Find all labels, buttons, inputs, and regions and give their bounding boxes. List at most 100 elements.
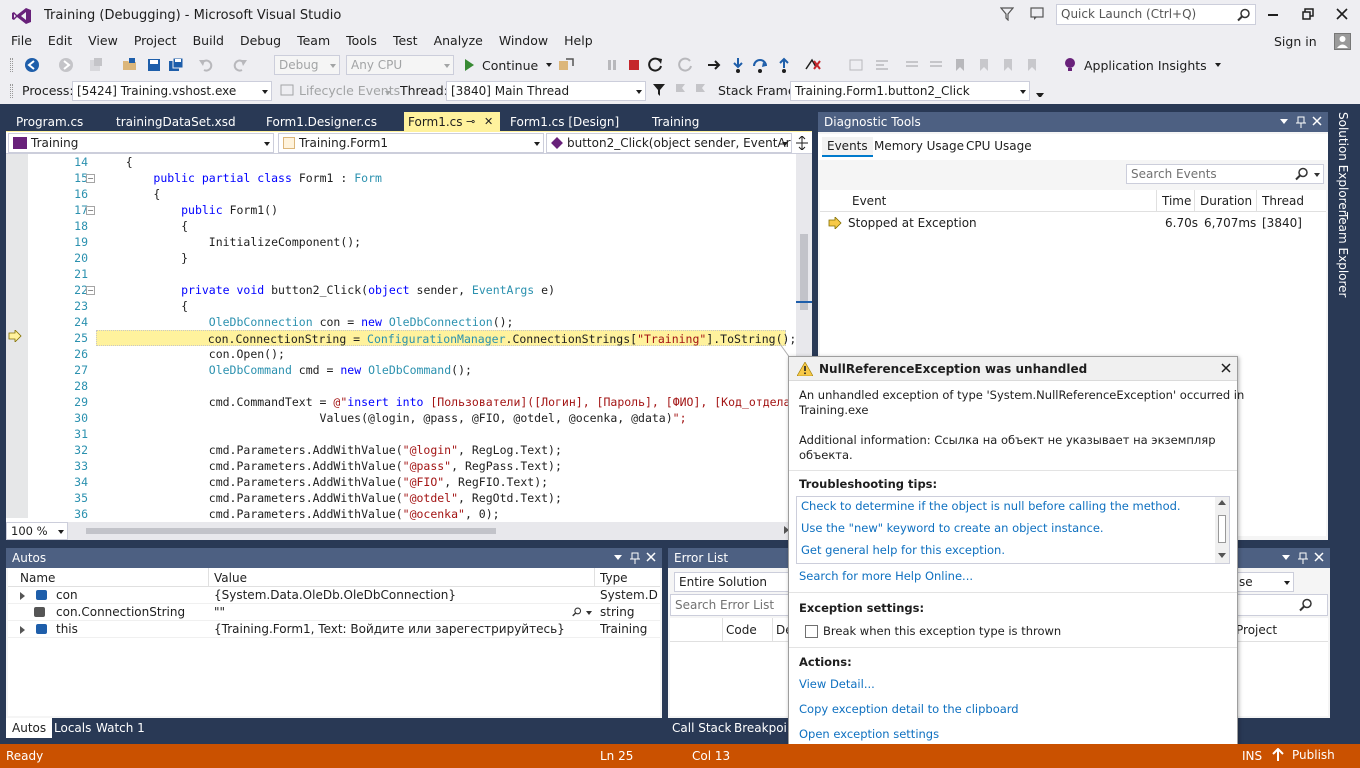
close-pane-icon[interactable] bbox=[1312, 116, 1322, 126]
pin-tab-icon[interactable]: ⊸ bbox=[466, 112, 475, 132]
menu-project[interactable]: Project bbox=[126, 30, 185, 52]
scroll-thumb[interactable] bbox=[1218, 515, 1226, 543]
collapse-region-icon[interactable]: − bbox=[86, 174, 95, 183]
menu-file[interactable]: File bbox=[3, 30, 40, 52]
close-pane-icon[interactable] bbox=[646, 552, 656, 562]
menu-view[interactable]: View bbox=[80, 30, 126, 52]
restore-button[interactable] bbox=[1302, 8, 1314, 20]
next-bookmark-icon[interactable] bbox=[1000, 57, 1016, 73]
document-tab[interactable]: Form1.cs ⊸ ✕ bbox=[404, 112, 500, 132]
navigate-forward-icon[interactable] bbox=[58, 57, 74, 73]
hex-display-icon[interactable] bbox=[848, 57, 864, 73]
document-tab[interactable]: Training bbox=[642, 112, 742, 132]
collapse-region-icon[interactable]: − bbox=[86, 286, 95, 295]
variable-value[interactable]: {System.Data.OleDb.OleDbConnection} bbox=[214, 588, 584, 602]
prev-bookmark-icon[interactable] bbox=[976, 57, 992, 73]
solution-config-select[interactable]: Debug bbox=[274, 55, 340, 75]
col-event[interactable]: Event bbox=[852, 194, 886, 208]
pin-icon[interactable] bbox=[630, 552, 640, 564]
refresh-icon[interactable] bbox=[678, 57, 694, 73]
tab-cpu-usage[interactable]: CPU Usage bbox=[966, 139, 1032, 153]
search-help-online-link[interactable]: Search for more Help Online... bbox=[799, 569, 973, 583]
close-pane-icon[interactable] bbox=[1314, 552, 1324, 562]
step-out-icon[interactable] bbox=[776, 57, 792, 73]
flag-thread-icon[interactable] bbox=[674, 83, 690, 99]
continue-button[interactable]: Continue bbox=[462, 55, 553, 75]
document-tab[interactable]: trainingDataSet.xsd bbox=[106, 112, 254, 132]
comment-icon[interactable] bbox=[904, 57, 920, 73]
col-project[interactable]: Project bbox=[1236, 623, 1277, 637]
code-line[interactable]: public Form1() bbox=[98, 202, 278, 218]
clear-bookmarks-icon[interactable] bbox=[1024, 57, 1040, 73]
code-line[interactable]: } bbox=[98, 250, 188, 266]
toolbar-grip[interactable] bbox=[10, 84, 13, 98]
team-explorer-tab[interactable]: Team Explorer bbox=[1336, 212, 1350, 298]
code-text-area[interactable]: 14 {15 public partial class Form1 : Form… bbox=[28, 154, 796, 522]
code-line[interactable]: private void button2_Click(object sender… bbox=[98, 282, 555, 298]
tab-breakpoints[interactable]: Breakpoi bbox=[734, 718, 788, 738]
new-project-icon[interactable] bbox=[88, 57, 104, 73]
view-detail-link[interactable]: View Detail... bbox=[799, 677, 875, 691]
collapse-region-icon[interactable]: − bbox=[86, 206, 95, 215]
table-row[interactable]: con {System.Data.OleDb.OleDbConnection} Sy… bbox=[8, 587, 660, 604]
search-events-input[interactable]: Search Events bbox=[1126, 164, 1324, 184]
save-icon[interactable] bbox=[146, 57, 162, 73]
code-line[interactable]: cmd.Parameters.AddWithValue("@pass", Reg… bbox=[98, 458, 562, 474]
bookmark-icon[interactable] bbox=[952, 57, 968, 73]
redo-icon[interactable] bbox=[232, 57, 248, 73]
feedback-icon[interactable] bbox=[1030, 7, 1046, 23]
toggle-breakpoints-icon[interactable] bbox=[804, 57, 821, 73]
expand-icon[interactable] bbox=[20, 592, 25, 600]
scroll-thumb[interactable] bbox=[800, 234, 808, 310]
tab-call-stack[interactable]: Call Stack bbox=[672, 718, 731, 738]
col-duration[interactable]: Duration bbox=[1200, 194, 1252, 208]
window-position-icon[interactable] bbox=[1282, 555, 1290, 560]
window-position-icon[interactable] bbox=[614, 555, 622, 560]
publish-button[interactable]: Publish bbox=[1272, 748, 1335, 762]
document-tab[interactable]: Program.cs bbox=[6, 112, 104, 132]
pin-icon[interactable] bbox=[1296, 116, 1306, 128]
class-nav-select[interactable]: Training.Form1 bbox=[278, 133, 544, 153]
code-line[interactable]: { bbox=[98, 298, 188, 314]
expand-icon[interactable] bbox=[20, 626, 25, 634]
menu-edit[interactable]: Edit bbox=[40, 30, 80, 52]
close-icon[interactable] bbox=[1221, 363, 1231, 373]
code-line[interactable]: cmd.Parameters.AddWithValue("@FIO", RegF… bbox=[98, 474, 548, 490]
document-tab[interactable]: Form1.Designer.cs bbox=[256, 112, 402, 132]
menu-team[interactable]: Team bbox=[289, 30, 338, 52]
tip-check-null-link[interactable]: Check to determine if the object is null… bbox=[801, 499, 1181, 513]
horizontal-scroll-thumb[interactable] bbox=[86, 528, 496, 534]
tip-general-help-link[interactable]: Get general help for this exception. bbox=[801, 543, 1005, 557]
code-line[interactable]: con.ConnectionString = ConfigurationMana… bbox=[96, 330, 796, 346]
application-insights-button[interactable]: Application Insights bbox=[1062, 55, 1221, 75]
menu-tools[interactable]: Tools bbox=[338, 30, 385, 52]
tab-locals[interactable]: Locals bbox=[54, 718, 91, 738]
platform-select[interactable]: Any CPU bbox=[346, 55, 454, 75]
col-time[interactable]: Time bbox=[1162, 194, 1191, 208]
tab-memory-usage[interactable]: Memory Usage bbox=[874, 139, 964, 153]
restart-icon[interactable] bbox=[648, 57, 664, 73]
stop-debugging-icon[interactable] bbox=[626, 57, 642, 73]
undo-icon[interactable] bbox=[198, 57, 214, 73]
stack-frame-select[interactable]: Training.Form1.button2_Click bbox=[790, 81, 1030, 101]
code-line[interactable]: { bbox=[98, 218, 188, 234]
code-line[interactable]: cmd.CommandText = @"insert into [Пользов… bbox=[98, 394, 796, 410]
uncomment-icon[interactable] bbox=[928, 57, 944, 73]
split-editor-icon[interactable] bbox=[796, 136, 808, 150]
code-line[interactable]: cmd.Parameters.AddWithValue("@ocenka", 0… bbox=[98, 506, 500, 522]
table-row[interactable]: Stopped at Exception 6.70s 6,707ms [3840… bbox=[820, 212, 1326, 234]
open-exception-settings-link[interactable]: Open exception settings bbox=[799, 727, 939, 741]
col-value[interactable]: Value bbox=[214, 571, 247, 585]
code-line[interactable]: { bbox=[98, 154, 133, 170]
tab-watch-1[interactable]: Watch 1 bbox=[96, 718, 145, 738]
code-line[interactable]: { bbox=[98, 186, 160, 202]
error-scope-select[interactable]: Entire Solution bbox=[674, 572, 794, 592]
quick-launch-input[interactable]: Quick Launch (Ctrl+Q) bbox=[1056, 4, 1256, 25]
col-thread[interactable]: Thread bbox=[1262, 194, 1304, 208]
close-tab-icon[interactable]: ✕ bbox=[484, 112, 493, 132]
format-icon[interactable] bbox=[874, 57, 890, 73]
project-nav-select[interactable]: Training bbox=[8, 133, 274, 153]
code-line[interactable]: OleDbConnection con = new OleDbConnectio… bbox=[98, 314, 514, 330]
menu-analyze[interactable]: Analyze bbox=[426, 30, 491, 52]
menu-help[interactable]: Help bbox=[556, 30, 601, 52]
